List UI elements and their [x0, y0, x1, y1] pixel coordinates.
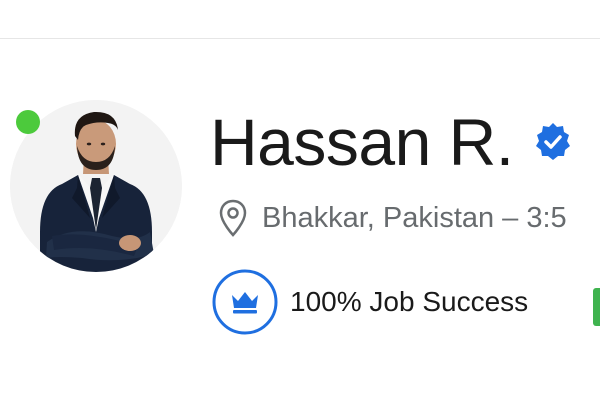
verified-badge-icon [532, 121, 574, 163]
top-divider [0, 38, 600, 39]
location-row: Bhakkar, Pakistan – 3:5 [218, 198, 567, 238]
crown-icon[interactable] [210, 267, 280, 337]
avatar-container [10, 100, 182, 272]
profile-name: Hassan R. [210, 105, 514, 179]
freelancer-profile-header: Hassan R. Bhakkar, Pakistan – 3:5 100% J… [0, 0, 600, 400]
online-status-dot [16, 110, 40, 134]
name-row: Hassan R. [210, 102, 574, 182]
job-success-row: 100% Job Success [210, 267, 528, 337]
badge-edge [593, 288, 600, 326]
map-pin-icon [218, 198, 248, 238]
job-success-text: 100% Job Success [290, 286, 529, 317]
location-text: Bhakkar, Pakistan – 3:5 [262, 201, 567, 234]
